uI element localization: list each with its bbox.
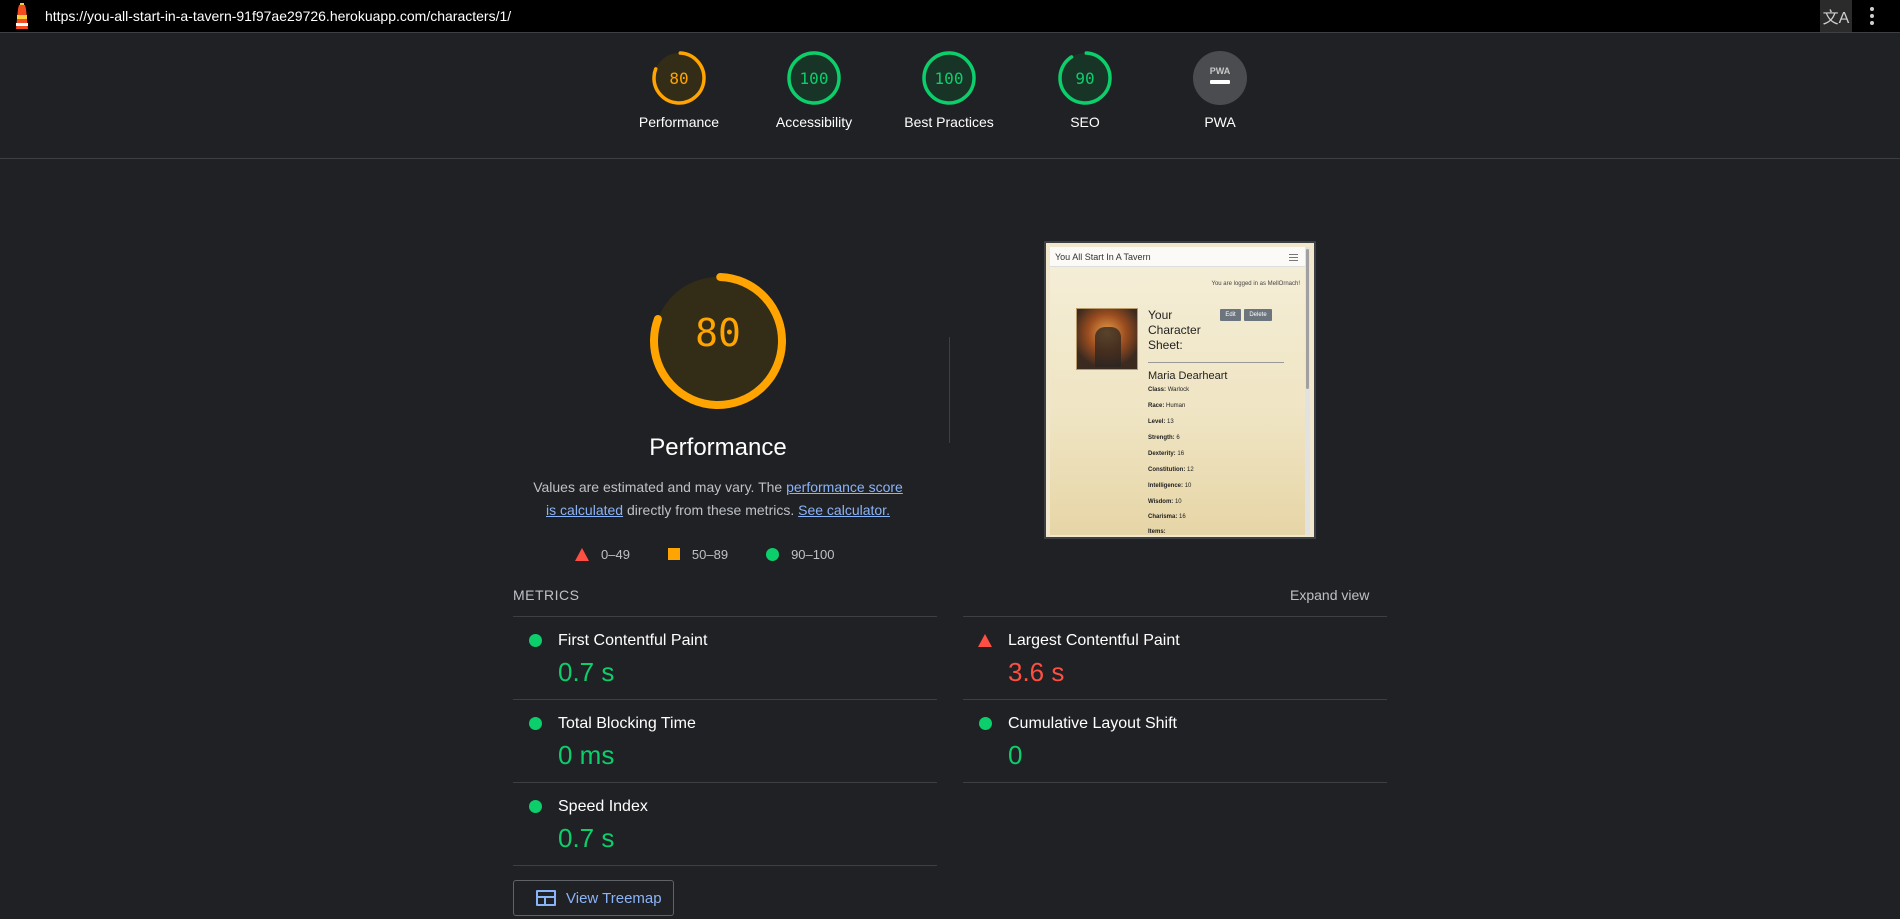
fail-triangle-icon bbox=[978, 634, 992, 647]
performance-title: Performance bbox=[649, 434, 787, 461]
hamburger-icon bbox=[1289, 254, 1298, 261]
screenshot-stat: Level: 13 bbox=[1148, 419, 1174, 425]
score-header: 80 Performance 100 Accessibility 100 Bes… bbox=[0, 33, 1900, 159]
screenshot-divider bbox=[1148, 362, 1284, 363]
metrics-divider bbox=[513, 865, 937, 866]
score-legend: 0–49 50–89 90–100 bbox=[575, 546, 872, 562]
gauge-accessibility[interactable]: 100 Accessibility bbox=[754, 50, 874, 130]
metrics-heading: METRICS bbox=[513, 587, 580, 603]
gauge-best-practices-ring: 100 bbox=[922, 51, 976, 105]
character-avatar bbox=[1076, 308, 1138, 370]
screenshot-navbar: You All Start In A Tavern bbox=[1050, 247, 1310, 267]
screenshot-stat: Constitution: 12 bbox=[1148, 467, 1194, 473]
pass-circle-icon bbox=[529, 634, 542, 647]
see-calculator-link[interactable]: See calculator. bbox=[798, 502, 890, 518]
gauge-performance[interactable]: 80 Performance bbox=[619, 50, 739, 130]
gauge-pwa-label: PWA bbox=[1204, 114, 1236, 130]
screenshot-stat: Wisdom: 10 bbox=[1148, 499, 1182, 505]
more-menu-icon[interactable] bbox=[1860, 4, 1884, 28]
gauge-seo[interactable]: 90 SEO bbox=[1025, 50, 1145, 130]
metric-name: Largest Contentful Paint bbox=[1008, 632, 1180, 649]
gauge-best-practices-label: Best Practices bbox=[904, 114, 994, 130]
gauge-seo-value: 90 bbox=[1075, 69, 1094, 88]
square-icon bbox=[667, 548, 680, 560]
gauge-accessibility-value: 100 bbox=[800, 69, 829, 88]
pass-circle-icon bbox=[529, 800, 542, 813]
metric-cumulative-layout-shift: Cumulative Layout Shift 0 bbox=[963, 700, 1387, 782]
screenshot-scrollbar bbox=[1305, 247, 1310, 535]
screenshot-character-name: Maria Dearheart bbox=[1148, 370, 1228, 382]
performance-description: Values are estimated and may vary. The p… bbox=[533, 479, 903, 518]
gauge-best-practices-value: 100 bbox=[935, 69, 964, 88]
screenshot-stat: Intelligence: 10 bbox=[1148, 483, 1192, 489]
gauge-best-practices[interactable]: 100 Best Practices bbox=[889, 50, 1009, 130]
triangle-icon bbox=[575, 547, 589, 561]
pass-circle-icon bbox=[529, 717, 542, 730]
metric-value: 3.6 s bbox=[1008, 657, 1065, 687]
performance-big-score: 80 bbox=[695, 311, 741, 355]
screenshot-stat: Items: bbox=[1148, 529, 1166, 535]
screenshot-stat: Strength: 6 bbox=[1148, 435, 1180, 441]
metric-speed-index: Speed Index 0.7 s bbox=[513, 783, 937, 865]
browser-top-bar: https://you-all-start-in-a-tavern-91f97a… bbox=[0, 0, 1900, 33]
pwa-icon-text: PWA bbox=[1210, 66, 1231, 76]
metric-name: Total Blocking Time bbox=[558, 715, 696, 732]
pass-circle-icon bbox=[979, 717, 992, 730]
gauge-pwa[interactable]: PWA PWA bbox=[1160, 50, 1280, 130]
gauge-performance-value: 80 bbox=[669, 69, 688, 88]
screenshot-stat: Class: Warlock bbox=[1148, 387, 1190, 393]
metric-largest-contentful-paint: Largest Contentful Paint 3.6 s bbox=[963, 617, 1387, 699]
gauge-accessibility-label: Accessibility bbox=[775, 114, 853, 130]
metric-first-contentful-paint: First Contentful Paint 0.7 s bbox=[513, 617, 937, 699]
view-treemap-label: View Treemap bbox=[566, 889, 662, 907]
final-screenshot[interactable]: You All Start In A Tavern You are logged… bbox=[1044, 241, 1316, 539]
screenshot-login-text: You are logged in as MellOrnach! bbox=[1211, 281, 1301, 287]
metric-value: 0.7 s bbox=[558, 657, 615, 687]
metric-value: 0 bbox=[1008, 740, 1023, 770]
screenshot-stat: Charisma: 16 bbox=[1148, 514, 1186, 520]
metric-name: Cumulative Layout Shift bbox=[1008, 715, 1177, 732]
metric-value: 0 ms bbox=[558, 740, 615, 770]
metric-total-blocking-time: Total Blocking Time 0 ms bbox=[513, 700, 937, 782]
metrics-divider bbox=[963, 782, 1387, 783]
lighthouse-logo-icon bbox=[16, 3, 28, 29]
gauge-seo-label: SEO bbox=[1070, 114, 1100, 130]
legend-average: 50–89 bbox=[667, 547, 728, 562]
url-text[interactable]: https://you-all-start-in-a-tavern-91f97a… bbox=[45, 8, 511, 24]
gauge-performance-ring: 80 bbox=[652, 51, 706, 105]
screenshot-edit-button: Edit bbox=[1220, 309, 1241, 321]
translate-icon: 文A bbox=[1822, 10, 1850, 27]
metric-value: 0.7 s bbox=[558, 823, 615, 853]
vertical-divider bbox=[949, 337, 950, 443]
screenshot-heading: Your Character Sheet: bbox=[1148, 308, 1201, 352]
gauge-accessibility-ring: 100 bbox=[787, 51, 841, 105]
gauge-performance-label: Performance bbox=[638, 114, 720, 130]
gauge-seo-ring: 90 bbox=[1058, 51, 1112, 105]
legend-fail: 0–49 bbox=[575, 547, 630, 562]
legend-pass: 90–100 bbox=[766, 547, 834, 562]
translate-button[interactable]: 文A bbox=[1820, 0, 1852, 32]
metric-name: Speed Index bbox=[558, 798, 648, 815]
screenshot-stat: Race: Human bbox=[1148, 403, 1186, 409]
screenshot-delete-button: Delete bbox=[1244, 309, 1272, 321]
pwa-icon: PWA bbox=[1193, 51, 1247, 105]
expand-view-toggle[interactable]: Expand view bbox=[1290, 587, 1369, 603]
circle-icon bbox=[766, 547, 780, 561]
screenshot-page: You All Start In A Tavern You are logged… bbox=[1050, 247, 1310, 535]
screenshot-stat: Dexterity: 16 bbox=[1148, 451, 1185, 457]
view-treemap-button[interactable]: View Treemap bbox=[513, 880, 674, 916]
metric-name: First Contentful Paint bbox=[558, 632, 708, 649]
treemap-icon bbox=[536, 890, 556, 906]
